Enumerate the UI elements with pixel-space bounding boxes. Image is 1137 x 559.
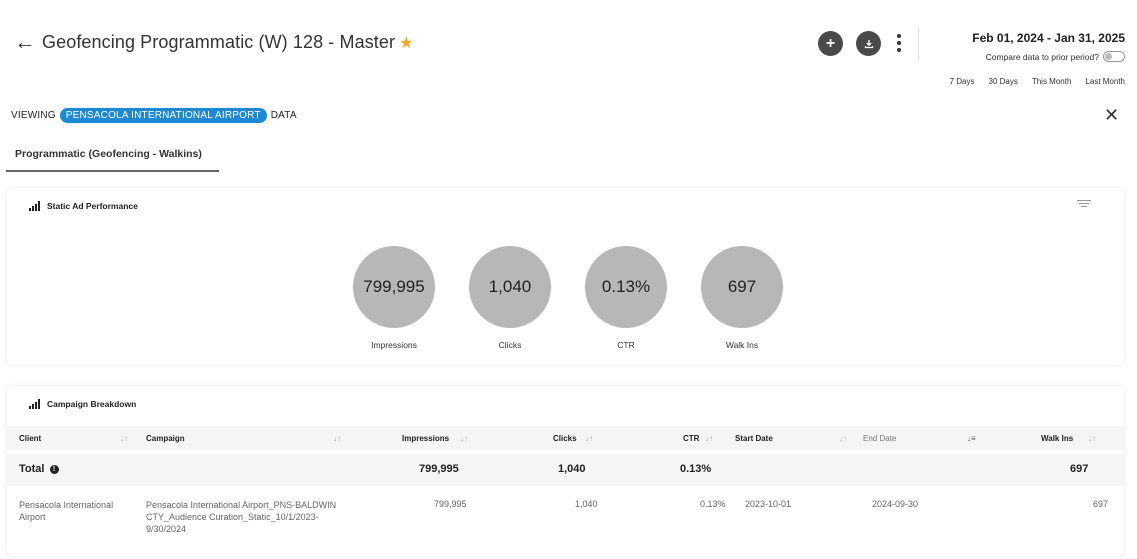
range-last-month[interactable]: Last Month bbox=[1085, 77, 1125, 86]
column-header-clicks[interactable]: Clicks bbox=[553, 434, 577, 443]
info-icon[interactable]: ! bbox=[49, 465, 59, 474]
metric-label: Walk Ins bbox=[725, 340, 759, 350]
metric-circle: 1,040 bbox=[469, 246, 551, 328]
cell-walk-ins: 697 bbox=[1093, 499, 1109, 509]
column-header-campaign[interactable]: Campaign bbox=[146, 434, 185, 443]
plus-icon: + bbox=[825, 34, 836, 52]
filter-icon[interactable] bbox=[1077, 198, 1091, 210]
more-vertical-icon[interactable] bbox=[893, 31, 905, 55]
column-header-start-date[interactable]: Start Date bbox=[735, 434, 773, 443]
sort-icon[interactable]: ↓↑ bbox=[333, 434, 341, 443]
range-this-month[interactable]: This Month bbox=[1032, 77, 1072, 86]
column-header-walk-ins[interactable]: Walk Ins bbox=[1041, 434, 1073, 443]
viewing-suffix: DATA bbox=[270, 110, 297, 121]
metric-circle: 799,995 bbox=[353, 246, 435, 328]
date-range-picker[interactable]: Feb 01, 2024 - Jan 31, 2025 bbox=[972, 31, 1125, 45]
metric-walk-ins: 697 Walk Ins bbox=[701, 246, 783, 350]
add-button[interactable]: + bbox=[818, 31, 843, 56]
column-header-impressions[interactable]: Impressions bbox=[402, 434, 449, 443]
table-row[interactable]: Pensacola International Airport Pensacol… bbox=[7, 490, 1124, 550]
page-header: ← Geofencing Programmatic (W) 128 - Mast… bbox=[0, 0, 1137, 100]
viewing-entity-pill: PENSACOLA INTERNATIONAL AIRPORT bbox=[59, 108, 267, 123]
static-ad-performance-card: Static Ad Performance 799,995 Impression… bbox=[7, 188, 1124, 365]
metric-label: Impressions bbox=[371, 340, 417, 350]
range-30-days[interactable]: 30 Days bbox=[988, 77, 1017, 86]
metric-label: CTR bbox=[617, 340, 635, 350]
signal-bars-icon bbox=[29, 399, 40, 409]
compare-label: Compare data to prior period? bbox=[985, 51, 1099, 62]
compare-period-row: Compare data to prior period? bbox=[986, 51, 1125, 62]
table-total-row: Total ! 799,995 1,040 0.13% 697 bbox=[7, 454, 1124, 486]
performance-card-title: Static Ad Performance bbox=[47, 201, 138, 211]
total-ctr: 0.13% bbox=[680, 463, 712, 475]
cell-start-date: 2023-10-01 bbox=[745, 499, 792, 509]
total-walk-ins: 697 bbox=[1070, 463, 1089, 475]
star-icon[interactable]: ★ bbox=[399, 35, 413, 52]
sort-icon[interactable]: ↓↑ bbox=[120, 434, 128, 443]
total-impressions: 799,995 bbox=[419, 463, 459, 475]
metric-circle: 0.13% bbox=[585, 246, 667, 328]
breakdown-card-title: Campaign Breakdown bbox=[47, 399, 137, 409]
back-arrow-icon[interactable]: ← bbox=[14, 31, 36, 53]
metric-ctr: 0.13% CTR bbox=[585, 246, 667, 350]
page-title: Geofencing Programmatic (W) 128 - Master… bbox=[42, 32, 414, 53]
header-divider bbox=[918, 26, 919, 62]
viewing-bar: VIEWING PENSACOLA INTERNATIONAL AIRPORT … bbox=[11, 108, 297, 123]
page-title-text: Geofencing Programmatic (W) 128 - Master bbox=[42, 32, 396, 52]
column-header-ctr[interactable]: CTR bbox=[683, 434, 699, 443]
cell-ctr: 0.13% bbox=[700, 499, 726, 509]
compare-toggle[interactable] bbox=[1103, 51, 1125, 62]
close-icon[interactable]: ✕ bbox=[1104, 106, 1119, 124]
total-label-text: Total bbox=[19, 463, 45, 475]
cell-impressions: 799,995 bbox=[434, 499, 467, 509]
sort-active-icon[interactable]: ↓≡ bbox=[967, 434, 976, 443]
sort-icon[interactable]: ↓↑ bbox=[705, 434, 713, 443]
range-7-days[interactable]: 7 Days bbox=[950, 77, 975, 86]
sort-icon[interactable]: ↓↑ bbox=[839, 434, 847, 443]
sort-icon[interactable]: ↓↑ bbox=[460, 434, 468, 443]
metric-label: Clicks bbox=[498, 340, 522, 350]
campaign-breakdown-card: Campaign Breakdown Client ↓↑ Campaign ↓↑… bbox=[7, 386, 1124, 556]
column-header-client[interactable]: Client bbox=[19, 434, 41, 443]
viewing-prefix: VIEWING bbox=[11, 110, 56, 121]
breakdown-card-header: Campaign Breakdown bbox=[29, 399, 136, 409]
column-header-end-date[interactable]: End Date bbox=[863, 434, 896, 443]
cell-campaign: Pensacola International Airport_PNS-BALD… bbox=[146, 500, 337, 534]
download-button[interactable] bbox=[856, 31, 881, 56]
cell-clicks: 1,040 bbox=[575, 499, 598, 509]
performance-card-header: Static Ad Performance bbox=[29, 201, 138, 211]
quick-range-links: 7 Days 30 Days This Month Last Month bbox=[950, 77, 1125, 86]
cell-end-date: 2024-09-30 bbox=[872, 499, 919, 509]
table-header: Client ↓↑ Campaign ↓↑ Impressions ↓↑ Cli… bbox=[7, 426, 1124, 450]
metric-circle: 697 bbox=[701, 246, 783, 328]
signal-bars-icon bbox=[29, 201, 40, 211]
download-icon bbox=[864, 39, 873, 48]
total-label: Total ! bbox=[19, 463, 59, 475]
tab-programmatic-geofencing[interactable]: Programmatic (Geofencing - Walkins) bbox=[6, 148, 219, 172]
metric-impressions: 799,995 Impressions bbox=[353, 246, 435, 350]
sort-icon[interactable]: ↓↑ bbox=[585, 434, 593, 443]
sort-icon[interactable]: ↓↑ bbox=[1088, 434, 1096, 443]
total-clicks: 1,040 bbox=[558, 463, 586, 475]
metric-clicks: 1,040 Clicks bbox=[469, 246, 551, 350]
cell-client: Pensacola International Airport bbox=[19, 500, 114, 522]
